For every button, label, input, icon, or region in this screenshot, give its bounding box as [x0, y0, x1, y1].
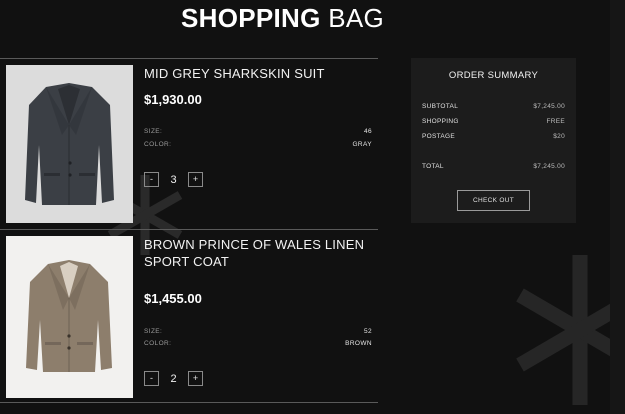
- sport-coat-icon: [26, 260, 112, 372]
- shipping-label: SHOPPING: [422, 118, 459, 125]
- size-value: 52: [363, 328, 372, 335]
- page-title-light: BAG: [328, 3, 384, 33]
- product-name[interactable]: BROWN PRINCE OF WALES LINEN SPORT COAT: [144, 236, 374, 270]
- product-price: $1,930.00: [144, 92, 202, 107]
- decrease-qty-button[interactable]: -: [144, 371, 159, 386]
- suit-jacket-icon: [25, 83, 114, 205]
- quantity-stepper: - 3 +: [144, 172, 203, 187]
- size-value: 46: [363, 128, 372, 135]
- postage-value: $20: [553, 133, 565, 140]
- divider: [0, 229, 378, 230]
- total-row: TOTAL $7,245.00: [422, 163, 565, 170]
- cart-item: BROWN PRINCE OF WALES LINEN SPORT COAT $…: [6, 236, 378, 400]
- color-label: COLOR:: [144, 141, 172, 148]
- increase-qty-button[interactable]: +: [188, 371, 203, 386]
- product-price: $1,455.00: [144, 291, 202, 306]
- page-title: SHOPPING BAG: [0, 3, 565, 34]
- divider: [0, 402, 378, 403]
- asterisk-decoration-icon: [610, 0, 625, 414]
- color-row: COLOR: GRAY: [144, 141, 372, 148]
- decrease-qty-button[interactable]: -: [144, 172, 159, 187]
- product-name[interactable]: MID GREY SHARKSKIN SUIT: [144, 65, 374, 82]
- quantity-value: 3: [170, 173, 177, 186]
- total-value: $7,245.00: [533, 163, 565, 170]
- quantity-value: 2: [170, 372, 177, 385]
- shipping-value: FREE: [546, 118, 565, 125]
- shipping-row: SHOPPING FREE: [422, 118, 565, 125]
- total-label: TOTAL: [422, 163, 444, 170]
- postage-label: POSTAGE: [422, 133, 456, 140]
- subtotal-row: SUBTOTAL $7,245.00: [422, 103, 565, 110]
- product-image-suit[interactable]: [6, 65, 133, 223]
- color-value: BROWN: [345, 340, 372, 347]
- size-label: SIZE:: [144, 328, 163, 335]
- divider: [0, 58, 378, 59]
- quantity-stepper: - 2 +: [144, 371, 203, 386]
- size-label: SIZE:: [144, 128, 163, 135]
- order-summary-title: ORDER SUMMARY: [448, 70, 539, 81]
- page-title-bold: SHOPPING: [181, 3, 321, 33]
- product-image-coat[interactable]: [6, 236, 133, 398]
- checkout-button[interactable]: CHECK OUT: [457, 190, 530, 211]
- order-summary-panel: ORDER SUMMARY SUBTOTAL $7,245.00 SHOPPIN…: [411, 58, 576, 223]
- subtotal-label: SUBTOTAL: [422, 103, 459, 110]
- cart-item: MID GREY SHARKSKIN SUIT $1,930.00 SIZE: …: [6, 65, 378, 225]
- postage-row: POSTAGE $20: [422, 133, 565, 140]
- subtotal-value: $7,245.00: [533, 103, 565, 110]
- color-value: GRAY: [352, 141, 372, 148]
- color-row: COLOR: BROWN: [144, 340, 372, 347]
- size-row: SIZE: 52: [144, 328, 372, 335]
- color-label: COLOR:: [144, 340, 172, 347]
- asterisk-decoration-icon: [516, 255, 625, 405]
- increase-qty-button[interactable]: +: [188, 172, 203, 187]
- size-row: SIZE: 46: [144, 128, 372, 135]
